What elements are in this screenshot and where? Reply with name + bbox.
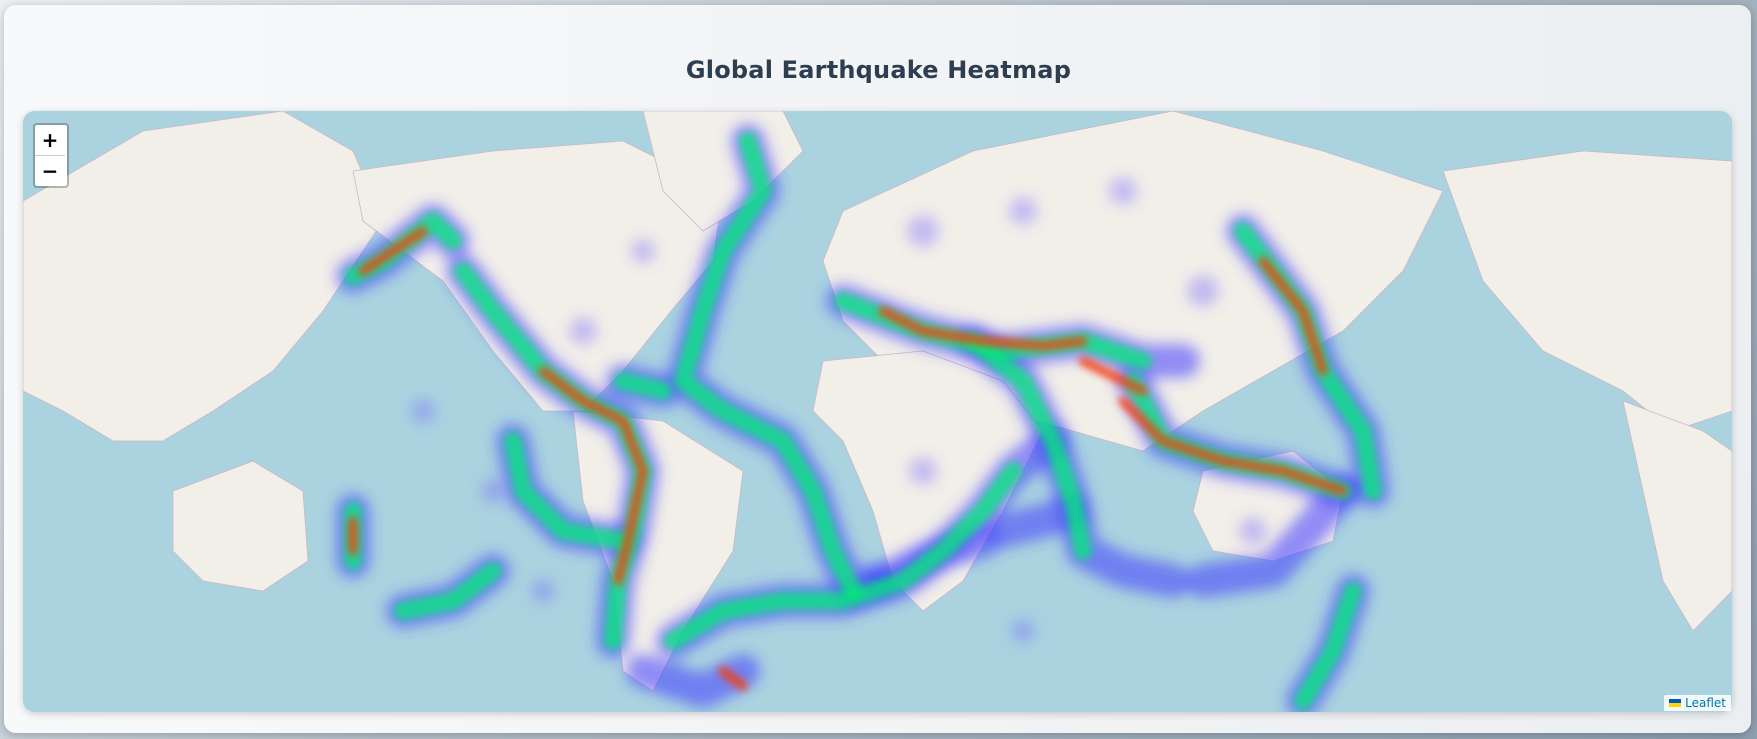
zoom-out-button[interactable]: −	[35, 156, 65, 186]
attribution-link[interactable]: Leaflet	[1685, 696, 1726, 710]
page-title: Global Earthquake Heatmap	[685, 56, 1072, 84]
map-canvas[interactable]	[23, 111, 1732, 712]
zoom-in-button[interactable]: +	[35, 125, 65, 156]
attribution: Leaflet	[1664, 695, 1731, 711]
ukraine-flag-icon	[1669, 699, 1682, 707]
map-container[interactable]	[23, 111, 1732, 712]
zoom-control: + −	[33, 123, 69, 188]
